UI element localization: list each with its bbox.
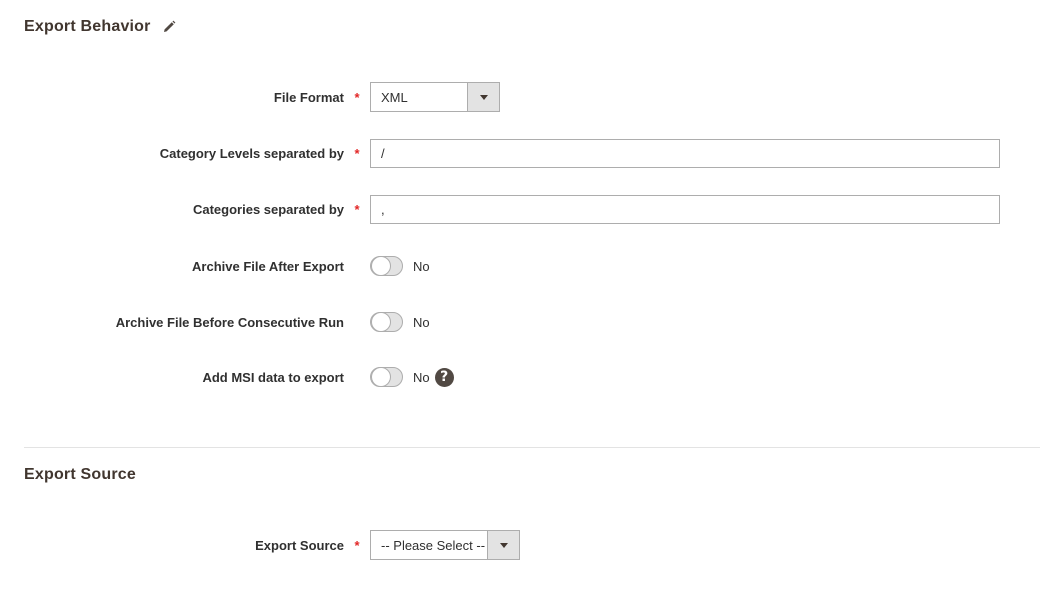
archive-before-toggle[interactable] bbox=[370, 312, 403, 332]
add-msi-row: Add MSI data to export No ? bbox=[0, 367, 1040, 387]
categories-separated-input[interactable] bbox=[370, 195, 1000, 224]
caret-down-icon bbox=[479, 94, 488, 100]
category-levels-label: Category Levels separated by bbox=[159, 146, 344, 161]
categories-separated-label: Categories separated by bbox=[192, 202, 344, 217]
archive-after-toggle[interactable] bbox=[370, 256, 403, 276]
export-settings-page: Export Behavior File Format * XML Catego… bbox=[0, 0, 1040, 603]
caret-down-icon bbox=[499, 542, 508, 548]
required-indicator: * bbox=[354, 537, 360, 553]
file-format-value: XML bbox=[381, 89, 408, 105]
toggle-knob bbox=[371, 256, 391, 276]
file-format-select[interactable]: XML bbox=[370, 82, 500, 112]
required-indicator: * bbox=[354, 89, 360, 105]
archive-after-value: No bbox=[413, 258, 430, 274]
add-msi-value: No bbox=[413, 369, 430, 385]
export-source-title-text: Export Source bbox=[24, 466, 136, 483]
export-behavior-title-text: Export Behavior bbox=[24, 18, 151, 35]
category-levels-input[interactable] bbox=[370, 139, 1000, 168]
export-behavior-title: Export Behavior bbox=[24, 18, 177, 36]
export-source-title: Export Source bbox=[24, 466, 136, 484]
toggle-knob bbox=[371, 367, 391, 387]
file-format-dropdown-button[interactable] bbox=[467, 83, 499, 111]
add-msi-toggle[interactable] bbox=[370, 367, 403, 387]
file-format-label: File Format bbox=[273, 89, 344, 105]
archive-before-value: No bbox=[413, 314, 430, 330]
required-indicator: * bbox=[354, 202, 360, 217]
archive-after-row: Archive File After Export No bbox=[0, 256, 1040, 276]
toggle-knob bbox=[371, 312, 391, 332]
section-divider bbox=[24, 447, 1040, 448]
required-indicator: * bbox=[354, 146, 360, 161]
archive-after-label: Archive File After Export bbox=[192, 258, 344, 274]
archive-before-row: Archive File Before Consecutive Run No bbox=[0, 312, 1040, 332]
category-levels-row: Category Levels separated by * bbox=[0, 139, 1040, 168]
export-source-value: -- Please Select -- bbox=[381, 537, 486, 553]
export-source-row: Export Source * -- Please Select -- bbox=[0, 530, 1040, 560]
add-msi-label: Add MSI data to export bbox=[202, 369, 344, 385]
export-source-select[interactable]: -- Please Select -- bbox=[370, 530, 520, 560]
export-source-dropdown-button[interactable] bbox=[487, 531, 519, 559]
categories-separated-row: Categories separated by * bbox=[0, 195, 1040, 224]
help-icon[interactable]: ? bbox=[434, 367, 454, 387]
pencil-icon[interactable] bbox=[161, 19, 177, 35]
archive-before-label: Archive File Before Consecutive Run bbox=[115, 314, 344, 330]
export-source-label: Export Source bbox=[255, 537, 344, 553]
file-format-row: File Format * XML bbox=[0, 82, 1040, 112]
